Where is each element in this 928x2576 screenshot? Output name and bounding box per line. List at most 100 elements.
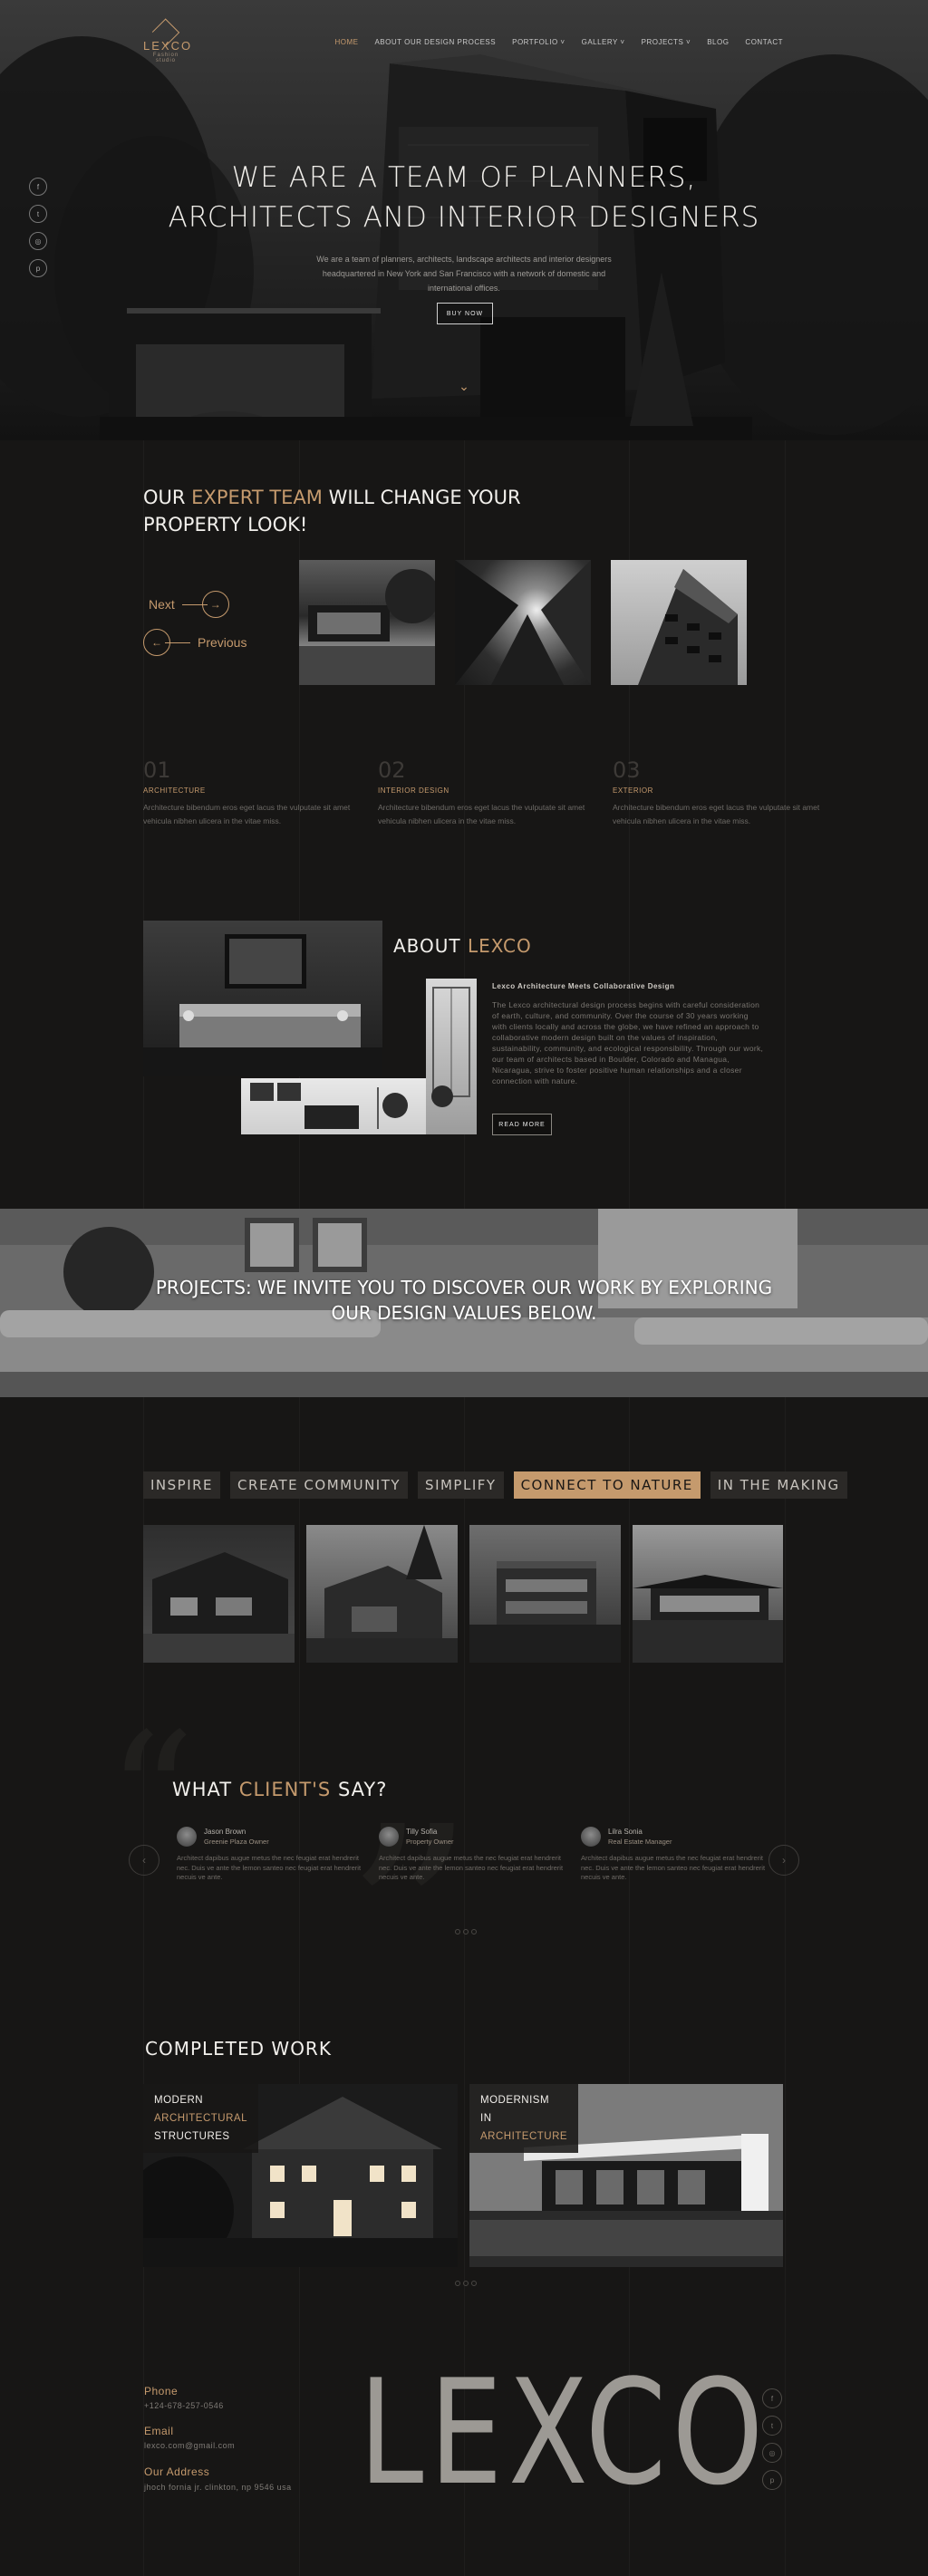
- project-image-1[interactable]: [143, 1525, 295, 1663]
- project-tabs: INSPIRE CREATE COMMUNITY SIMPLIFY CONNEC…: [143, 1471, 847, 1499]
- service-architecture: 01 ARCHITECTURE Architecture bibendum er…: [143, 757, 370, 828]
- nav-gallery[interactable]: GALLERY ˅: [582, 38, 625, 46]
- team-photo-3[interactable]: [611, 560, 747, 685]
- tab-in-the-making[interactable]: IN THE MAKING: [710, 1471, 847, 1499]
- next-label: Next: [149, 597, 175, 612]
- carousel-prev-button[interactable]: ‹: [129, 1845, 160, 1876]
- testimonials-title-text: WHAT: [172, 1779, 239, 1800]
- hero-section: LEXCO Fashion studio HOME ABOUT OUR DESI…: [0, 0, 928, 440]
- footer-phone[interactable]: +124-678-257-0546: [144, 2401, 224, 2410]
- expert-title-accent: EXPERT TEAM: [191, 487, 323, 508]
- pagination-dot[interactable]: [455, 1929, 460, 1934]
- tab-connect-to-nature[interactable]: CONNECT TO NATURE: [513, 1471, 701, 1499]
- testimonial-pagination: [455, 1929, 477, 1934]
- pagination-dot[interactable]: [455, 2281, 460, 2286]
- footer-phone-label: Phone: [144, 2385, 179, 2398]
- project-image-2[interactable]: [306, 1525, 458, 1663]
- about-title-text: ABOUT: [393, 935, 469, 957]
- site-logo[interactable]: LEXCO Fashion studio: [143, 16, 190, 63]
- about-subtitle: Lexco Architecture Meets Collaborative D…: [492, 982, 675, 990]
- pinterest-icon[interactable]: p: [762, 2470, 782, 2490]
- avatar: [379, 1827, 399, 1847]
- about-title: ABOUT LEXCO: [393, 935, 532, 957]
- testimonials-title: WHAT CLIENT'S SAY?: [172, 1779, 387, 1800]
- testimonial-name: Jason Brown: [204, 1828, 246, 1836]
- pagination-dot[interactable]: [471, 2281, 477, 2286]
- testimonial-role: Real Estate Manager: [608, 1838, 672, 1846]
- footer-big-logo: LEXCO: [359, 2348, 769, 2517]
- next-button[interactable]: Next →: [149, 591, 229, 618]
- previous-label: Previous: [198, 635, 247, 650]
- testimonial-name: Lilra Sonia: [608, 1828, 643, 1836]
- hero-description: We are a team of planners, architects, l…: [316, 255, 612, 293]
- tab-create-community[interactable]: CREATE COMMUNITY: [230, 1471, 409, 1499]
- service-title: INTERIOR DESIGN: [378, 786, 450, 795]
- testimonial-name: Tilly Sofia: [406, 1828, 438, 1836]
- pagination-dot[interactable]: [463, 1929, 469, 1934]
- testimonial-role: Greenie Plaza Owner: [204, 1838, 269, 1846]
- service-text: Architecture bibendum eros eget lacus th…: [143, 803, 351, 825]
- team-photo-2[interactable]: [455, 560, 591, 685]
- project-image-4[interactable]: [633, 1525, 783, 1663]
- projects-banner-line2: OUR DESIGN VALUES BELOW.: [331, 1302, 597, 1324]
- completed-card-label: MODERN ARCHITECTURAL STRUCTURES: [143, 2084, 258, 2153]
- nav-projects[interactable]: PROJECTS ˅: [642, 38, 691, 46]
- card-label-line2: IN: [480, 2113, 492, 2124]
- pagination-dot[interactable]: [463, 2281, 469, 2286]
- about-text: The Lexco architectural design process b…: [492, 1000, 764, 1085]
- team-photo-1[interactable]: [299, 560, 435, 685]
- about-title-accent: LEXCO: [468, 935, 532, 957]
- expert-team-title: OUR EXPERT TEAM WILL CHANGE YOUR PROPERT…: [143, 484, 521, 538]
- footer-email-label: Email: [144, 2425, 174, 2437]
- testimonials-title-accent: CLIENT'S: [238, 1779, 332, 1800]
- completed-card-1[interactable]: MODERN ARCHITECTURAL STRUCTURES: [143, 2084, 458, 2267]
- nav-about[interactable]: ABOUT OUR DESIGN PROCESS: [374, 38, 496, 46]
- pagination-dot[interactable]: [471, 1929, 477, 1934]
- testimonial-text: Architect dapibus augue metus the nec fe…: [379, 1854, 564, 1881]
- service-exterior: 03 EXTERIOR Architecture bibendum eros e…: [613, 757, 839, 828]
- card-label-line3: STRUCTURES: [154, 2131, 230, 2142]
- nav-portfolio[interactable]: PORTFOLIO ˅: [512, 38, 565, 46]
- completed-work-title: COMPLETED WORK: [145, 2038, 332, 2060]
- testimonial-text: Architect dapibus augue metus the nec fe…: [581, 1854, 766, 1881]
- expert-title-part2: WILL CHANGE YOUR: [322, 487, 521, 508]
- testimonial-role: Property Owner: [406, 1838, 454, 1846]
- hero-title-line2: ARCHITECTS AND INTERIOR DESIGNERS: [168, 201, 760, 234]
- previous-button[interactable]: ← Previous: [143, 629, 246, 656]
- expert-title-line2: PROPERTY LOOK!: [143, 514, 308, 535]
- carousel-next-button[interactable]: ›: [768, 1845, 799, 1876]
- testimonial-card: Tilly Sofia Property Owner Architect dapi…: [379, 1827, 569, 1883]
- pinterest-icon[interactable]: p: [29, 259, 47, 277]
- service-title: ARCHITECTURE: [143, 786, 206, 795]
- completed-card-2[interactable]: MODERNISM IN ARCHITECTURE: [469, 2084, 783, 2267]
- nav-home[interactable]: HOME: [334, 38, 358, 46]
- hero-title-line1: WE ARE A TEAM OF PLANNERS,: [231, 161, 697, 194]
- nav-blog[interactable]: BLOG: [707, 38, 729, 46]
- completed-card-label: MODERNISM IN ARCHITECTURE: [469, 2084, 579, 2153]
- footer-address: jhoch fornia jr. clinkton, np 9546 usa: [144, 2483, 292, 2492]
- completed-pagination: [455, 2281, 477, 2286]
- facebook-icon[interactable]: f: [762, 2388, 782, 2408]
- testimonial-card: Jason Brown Greenie Plaza Owner Architect…: [177, 1827, 367, 1883]
- chevron-down-icon[interactable]: ⌄: [455, 379, 473, 397]
- project-image-3[interactable]: [469, 1525, 621, 1663]
- footer-address-label: Our Address: [144, 2465, 210, 2478]
- instagram-icon[interactable]: ◎: [762, 2443, 782, 2463]
- projects-banner-title: PROJECTS: WE INVITE YOU TO DISCOVER OUR …: [0, 1275, 928, 1326]
- tab-inspire[interactable]: INSPIRE: [143, 1471, 221, 1499]
- buy-now-button[interactable]: BUY NOW: [437, 303, 493, 324]
- logo-subtitle: Fashion studio: [152, 53, 179, 63]
- about-window-image: [426, 979, 477, 1134]
- service-number: 03: [613, 757, 641, 783]
- arrow-right-icon: →: [201, 591, 229, 618]
- tab-simplify[interactable]: SIMPLIFY: [418, 1471, 504, 1499]
- twitter-icon[interactable]: t: [762, 2416, 782, 2436]
- card-label-line2: ARCHITECTURAL: [154, 2113, 247, 2124]
- footer-email[interactable]: lexco.com@gmail.com: [144, 2441, 235, 2450]
- avatar: [581, 1827, 601, 1847]
- card-label-line1: MODERNISM: [480, 2095, 550, 2106]
- card-label-line3: ARCHITECTURE: [480, 2131, 568, 2142]
- nav-contact[interactable]: CONTACT: [745, 38, 783, 46]
- testimonials-title-end: SAY?: [331, 1779, 388, 1800]
- read-more-button[interactable]: READ MORE: [492, 1114, 552, 1135]
